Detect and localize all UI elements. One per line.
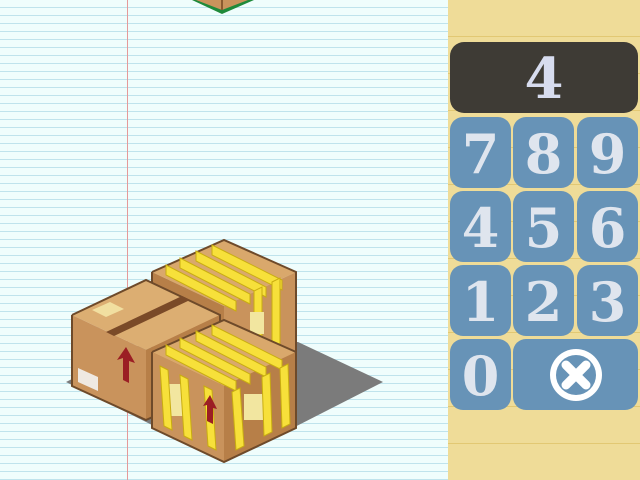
key-9[interactable]: 9 [577, 117, 638, 188]
key-4[interactable]: 4 [450, 191, 511, 262]
falling-box [192, 0, 254, 14]
x-circle-icon [550, 349, 602, 401]
key-1[interactable]: 1 [450, 265, 511, 336]
clear-button[interactable] [513, 339, 638, 410]
key-0[interactable]: 0 [450, 339, 511, 410]
play-area [0, 0, 448, 480]
box-stack [66, 0, 383, 464]
key-2[interactable]: 2 [513, 265, 574, 336]
key-8[interactable]: 8 [513, 117, 574, 188]
key-7[interactable]: 7 [450, 117, 511, 188]
key-3[interactable]: 3 [577, 265, 638, 336]
key-5[interactable]: 5 [513, 191, 574, 262]
number-display: 4 [450, 42, 638, 113]
key-6[interactable]: 6 [577, 191, 638, 262]
